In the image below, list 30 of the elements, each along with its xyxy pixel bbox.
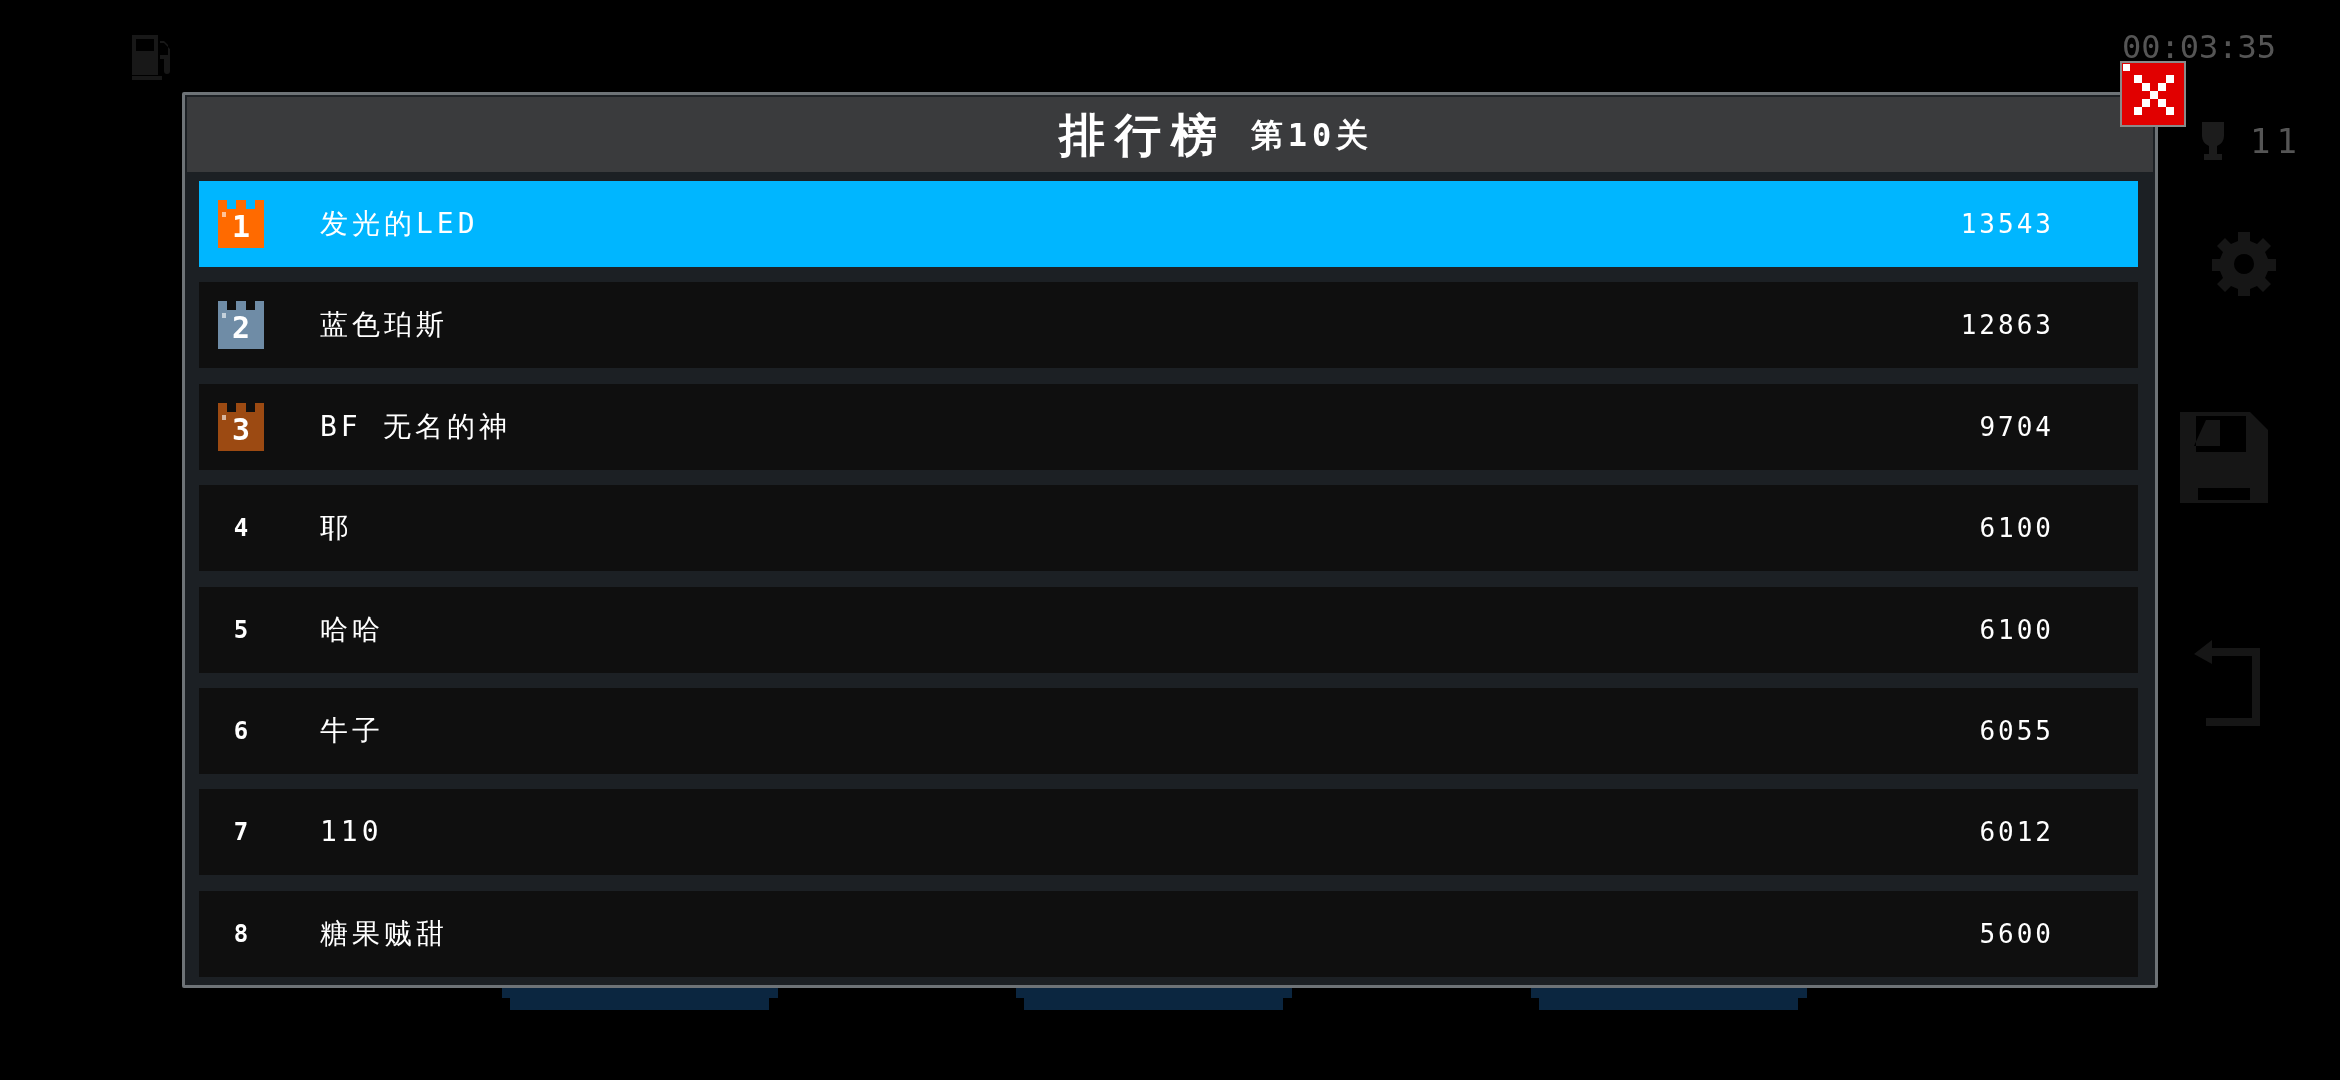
player-name: 发光的LED: [320, 210, 479, 238]
player-name: BF 无名的神: [320, 412, 511, 441]
player-name: 糖果贼甜: [320, 919, 448, 948]
rank-badge: 2: [218, 301, 264, 350]
score-value: 5600: [1979, 920, 2054, 947]
rank-badge: 1: [218, 200, 264, 248]
score-value: 6012: [1979, 819, 2054, 846]
score-value: 12863: [1960, 312, 2054, 339]
level-label: 第10关: [1250, 118, 1374, 151]
rank-number: 4: [233, 516, 249, 541]
player-name: 110: [320, 818, 383, 847]
close-button[interactable]: [2120, 61, 2186, 127]
timer-text: 00:03:35: [2122, 31, 2277, 63]
rank-number: 6: [233, 718, 249, 743]
score-value: 9704: [1979, 413, 2054, 440]
dialog-title: 排行榜: [1058, 111, 1227, 158]
rank-number: 5: [233, 617, 249, 642]
rank-number: 8: [233, 921, 249, 946]
player-name: 蓝色珀斯: [320, 311, 448, 340]
score-value: 6100: [1979, 515, 2054, 542]
score-value: 13543: [1960, 211, 2054, 237]
rank-badge: 3: [218, 402, 264, 451]
player-name: 耶: [320, 514, 352, 543]
close-icon: [2122, 63, 2174, 115]
rank-number: 7: [233, 820, 249, 845]
player-name: 哈哈: [320, 615, 384, 644]
score-value: 6100: [1979, 616, 2054, 643]
player-name: 牛子: [320, 716, 384, 745]
score-value: 6055: [1979, 717, 2054, 744]
trophy-count: 11: [2250, 124, 2303, 158]
